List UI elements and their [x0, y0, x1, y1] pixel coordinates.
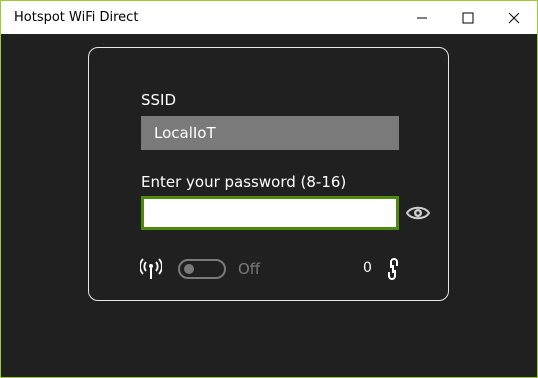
eye-icon[interactable] [406, 203, 430, 223]
ssid-label: SSID [141, 91, 177, 109]
window-title: Hotspot WiFi Direct [14, 10, 139, 25]
close-icon [508, 12, 520, 23]
title-bar[interactable]: Hotspot WiFi Direct [1, 1, 537, 34]
connected-count: 0 [363, 260, 372, 276]
password-label: Enter your password (8-16) [141, 173, 347, 191]
app-window: Hotspot WiFi Direct SSID LocalIoT Enter … [0, 0, 538, 378]
close-button[interactable] [491, 1, 537, 34]
maximize-button[interactable] [445, 1, 491, 34]
password-input[interactable] [141, 196, 399, 230]
antenna-icon [140, 258, 162, 279]
hotspot-toggle[interactable] [178, 259, 226, 279]
maximize-icon [462, 12, 474, 23]
link-icon [388, 258, 398, 280]
minimize-button[interactable] [399, 1, 445, 34]
ssid-field: LocalIoT [141, 116, 399, 150]
minimize-icon [417, 17, 427, 18]
toggle-knob [184, 264, 194, 274]
toggle-state-text: Off [238, 260, 261, 278]
